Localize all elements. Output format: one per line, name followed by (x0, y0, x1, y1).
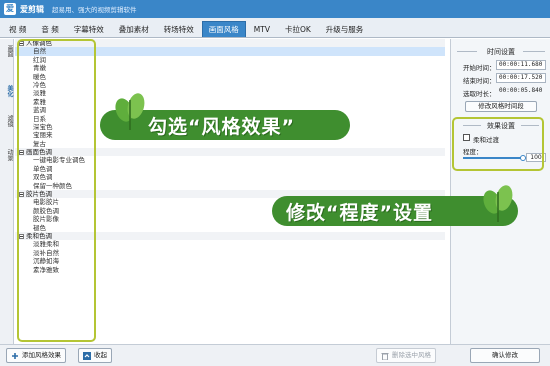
duration-value: 00:00:05.840 (499, 87, 543, 94)
list-item[interactable]: 一键电影专业调色 (15, 156, 445, 164)
confirm-modify-button[interactable]: 确认修改 (470, 348, 540, 363)
main-tab-bar: 视 频 音 频 字幕特效 叠加素材 转场特效 画面风格 MTV 卡拉OK 升级与… (0, 18, 550, 38)
category-soft-tone[interactable]: 柔和色调 (15, 231, 445, 241)
list-item[interactable]: 保留一种颜色 (15, 182, 445, 190)
divider (523, 51, 545, 52)
side-tab-filter[interactable]: 滤镜 (1, 115, 13, 127)
start-time-field[interactable]: 00:00:11.680 (496, 60, 546, 70)
list-item[interactable]: 青嫩 (15, 64, 445, 72)
tab-upgrade-service[interactable]: 升级与服务 (319, 21, 371, 37)
divider (521, 125, 539, 126)
collapse-icon[interactable] (19, 40, 24, 46)
duration-label: 选取时长： (463, 90, 496, 98)
collapse-button[interactable]: 收起 (78, 348, 112, 363)
bottom-toolbar: 添加风格效果 收起 删除选中风格 确认修改 (0, 344, 550, 366)
collapse-icon[interactable] (19, 233, 24, 239)
collapse-icon[interactable] (19, 191, 24, 197)
end-time-field[interactable]: 00:00:17.520 (496, 73, 546, 83)
category-portrait[interactable]: 人像调色 (15, 39, 445, 48)
app-slogan: 超易用、强大的视频剪辑软件 (52, 6, 137, 14)
list-item[interactable]: 双色调 (15, 173, 445, 181)
list-item[interactable]: 单色调 (15, 165, 445, 173)
time-settings-title: 时间设置 (487, 48, 515, 56)
list-item[interactable]: 复古 (15, 140, 445, 148)
trash-icon (381, 352, 389, 360)
side-tab-picture[interactable]: 画面 (1, 45, 13, 57)
tab-karaoke[interactable]: 卡拉OK (278, 21, 318, 37)
collapse-icon[interactable] (19, 149, 24, 155)
list-item[interactable]: 素净雅致 (15, 266, 445, 274)
list-item[interactable]: 素雅 (15, 98, 445, 106)
tab-mtv[interactable]: MTV (247, 21, 277, 37)
degree-value-field[interactable]: 100 (526, 153, 546, 162)
side-tab-motion[interactable]: 动景 (1, 149, 13, 161)
app-name: 爱剪辑 (20, 4, 44, 14)
list-item[interactable]: 沉静如海 (15, 257, 445, 265)
style-item-natural[interactable]: 自然 (15, 47, 445, 56)
app-logo-icon: 爱 (4, 3, 16, 15)
side-tab-beautify[interactable]: 美化 (1, 85, 13, 97)
end-time-label: 结束时间： (463, 77, 496, 85)
degree-label: 程度： (463, 148, 483, 156)
tab-video[interactable]: 视 频 (2, 21, 33, 37)
tab-picture-style[interactable]: 画面风格 (201, 21, 246, 37)
add-style-button[interactable]: 添加风格效果 (6, 348, 66, 363)
list-item[interactable]: 暖色 (15, 73, 445, 81)
modify-time-range-button[interactable]: 修改风格时间段 (465, 101, 537, 112)
add-icon (11, 352, 19, 360)
list-item[interactable]: 红润 (15, 56, 445, 64)
soft-transition-checkbox[interactable] (463, 134, 470, 141)
style-list: 人像调色 自然 红润 青嫩 暖色 冷色 淡雅 素雅 蓝调 日系 深宝色 宝丽来 … (15, 39, 445, 344)
leaf-icon (483, 185, 513, 222)
start-time-label: 开始时间： (463, 64, 496, 72)
tab-transition-effects[interactable]: 转场特效 (157, 21, 201, 37)
list-item[interactable]: 淡雅 (15, 89, 445, 97)
collapse-arrow-icon (83, 351, 91, 360)
tab-subtitle-effects[interactable]: 字幕特效 (67, 21, 111, 37)
soft-transition-label: 柔和过渡 (473, 136, 499, 144)
callout-text-2: 修改“程度”设置 (286, 201, 433, 224)
tab-audio[interactable]: 音 频 (34, 21, 65, 37)
effect-settings-title: 效果设置 (487, 122, 515, 130)
tab-overlay-material[interactable]: 叠加素材 (112, 21, 156, 37)
list-item[interactable]: 淡补自然 (15, 249, 445, 257)
list-item[interactable]: 淡雅柔和 (15, 240, 445, 248)
callout-text-1: 勾选“风格效果” (148, 115, 295, 138)
title-bar: 爱 爱剪辑 超易用、强大的视频剪辑软件 (0, 0, 550, 18)
leaf-icon (115, 93, 145, 130)
degree-slider-track[interactable] (463, 157, 523, 159)
delete-selected-style-button[interactable]: 删除选中风格 (376, 348, 436, 363)
style-category-strip: 画面 美化 滤镜 动景 (0, 39, 14, 344)
list-item[interactable]: 冷色 (15, 81, 445, 89)
